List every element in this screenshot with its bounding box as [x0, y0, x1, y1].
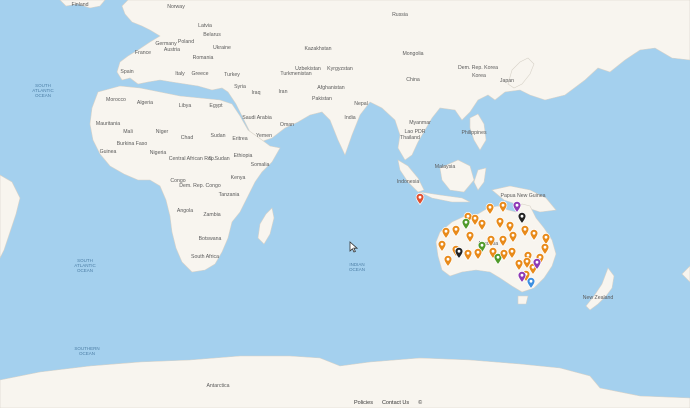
country-label: Turkey: [224, 72, 240, 78]
map-pin-orange-icon[interactable]: [508, 231, 518, 243]
country-label: Eritrea: [232, 136, 248, 142]
contact-us-link[interactable]: Contact Us: [382, 400, 409, 406]
map-pin-orange-icon[interactable]: [498, 235, 508, 247]
country-label: Mauritania: [95, 121, 121, 127]
country-label: Japan: [499, 78, 515, 84]
country-label: Philippines: [461, 130, 487, 136]
map-pin-orange-icon[interactable]: [540, 243, 550, 255]
country-label: Spain: [120, 69, 134, 75]
country-label: New Zealand: [582, 295, 614, 301]
country-label: Egypt: [209, 103, 223, 109]
land-alaska-tip: [681, 265, 690, 283]
country-label: Dem. Rep. Congo: [179, 183, 221, 189]
country-label: France: [134, 50, 152, 56]
country-label: Finland: [71, 2, 89, 8]
mouse-cursor-icon: [349, 241, 358, 253]
country-label: Kyrgyzstan: [327, 66, 353, 72]
land-java: [419, 191, 471, 203]
map-pin-green-icon[interactable]: [461, 218, 471, 230]
map-pin-blue-icon[interactable]: [526, 277, 536, 289]
map-pin-orange-icon[interactable]: [441, 227, 451, 239]
land-tasmania: [517, 295, 529, 305]
country-label: Myanmar: [409, 120, 431, 126]
country-label: Nepal: [354, 101, 368, 107]
map-footer: Policies Contact Us ©: [354, 400, 422, 406]
policies-link[interactable]: Policies: [354, 400, 373, 406]
country-label: Burkina Faso: [116, 141, 148, 147]
map-pin-orange-icon[interactable]: [477, 219, 487, 231]
map-pin-orange-icon[interactable]: [485, 203, 495, 215]
world-map[interactable]: SOUTH ATLANTIC OCEAN SOUTH ATLANTIC OCEA…: [0, 0, 690, 408]
map-pin-orange-icon[interactable]: [451, 225, 461, 237]
map-pin-orange-icon[interactable]: [437, 240, 447, 252]
ocean-label-indian: INDIAN OCEAN: [348, 262, 365, 272]
country-label: Oman: [279, 122, 295, 128]
country-label: South Africa: [191, 254, 219, 260]
map-pin-orange-icon[interactable]: [495, 217, 505, 229]
country-label: Somalia: [250, 162, 270, 168]
country-label: Latvia: [198, 23, 212, 29]
map-pin-orange-icon[interactable]: [529, 229, 539, 241]
country-label: Indonesia: [396, 179, 420, 185]
land-new-zealand: [585, 267, 615, 311]
ocean-label-south-atlantic-north: SOUTH ATLANTIC OCEAN: [32, 83, 54, 98]
country-label: Turkmenistan: [280, 71, 312, 77]
country-label: Dem. Rep. Korea: [457, 65, 499, 71]
land-south-america: [0, 174, 21, 259]
land-madagascar: [257, 207, 275, 245]
ocean-label-south-atlantic: SOUTH ATLANTIC OCEAN: [74, 258, 96, 273]
country-label: Norway: [167, 4, 185, 10]
country-label: Iran: [278, 89, 288, 95]
country-label: Tanzania: [218, 192, 240, 198]
country-label: Kazakhstan: [304, 46, 332, 52]
map-pin-orange-icon[interactable]: [498, 201, 508, 213]
map-pin-orange-icon[interactable]: [463, 249, 473, 261]
basemap: [0, 0, 690, 408]
map-pin-purple-icon[interactable]: [532, 258, 542, 270]
map-pin-purple-icon[interactable]: [517, 271, 527, 283]
land-sulawesi: [473, 167, 487, 191]
map-pin-orange-icon[interactable]: [473, 248, 483, 260]
map-pin-orange-icon[interactable]: [443, 255, 453, 267]
map-pin-orange-icon[interactable]: [465, 231, 475, 243]
country-label: Kenya: [230, 175, 246, 181]
map-pin-orange-icon[interactable]: [486, 235, 496, 247]
country-label: Zambia: [203, 212, 221, 218]
country-label: Antarctica: [206, 383, 230, 389]
country-label: Romania: [192, 55, 214, 61]
country-label: Mongolia: [402, 51, 424, 57]
country-label: Niger: [155, 129, 169, 135]
country-label: Belarus: [203, 32, 221, 38]
country-label: Guinea: [99, 149, 117, 155]
ocean-label-southern: SOUTHERN OCEAN: [74, 346, 100, 356]
country-label: Botswana: [198, 236, 222, 242]
country-label: Malaysia: [434, 164, 456, 170]
country-label: India: [344, 115, 356, 121]
country-label: Papua New Guinea: [500, 193, 546, 199]
map-pin-black-icon[interactable]: [517, 212, 527, 224]
country-label: S. Sudan: [208, 156, 230, 162]
country-label: Saudi Arabia: [242, 115, 272, 121]
country-label: Russia: [392, 12, 408, 18]
map-pin-black-icon[interactable]: [454, 247, 464, 259]
country-label: China: [406, 77, 420, 83]
map-pin-red-icon[interactable]: [415, 193, 425, 205]
map-pin-orange-icon[interactable]: [520, 225, 530, 237]
country-label: Ukraine: [213, 45, 231, 51]
copyright-symbol: ©: [418, 400, 423, 406]
country-label: Afghanistan: [317, 85, 345, 91]
country-label: Thailand: [400, 135, 420, 141]
land-antarctica: [0, 355, 690, 408]
map-pin-orange-icon[interactable]: [507, 247, 517, 259]
